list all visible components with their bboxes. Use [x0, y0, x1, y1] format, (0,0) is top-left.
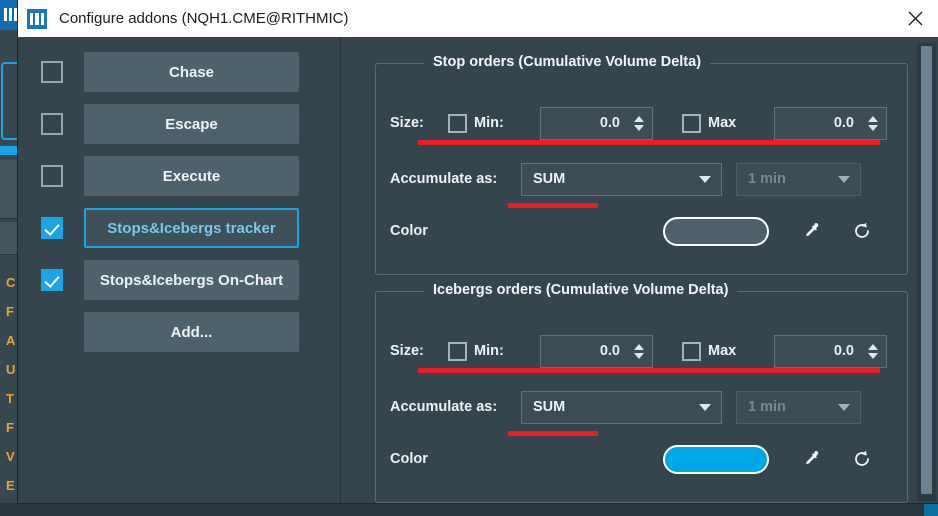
icebergs-orders-min-checkbox[interactable]: Min: [448, 341, 540, 361]
icebergs-orders-color-row: Color [376, 442, 907, 476]
icebergs-orders-max-value: 0.0 [833, 343, 854, 359]
stop-orders-color-swatch[interactable] [662, 216, 769, 246]
dialog-vertical-scrollbar[interactable] [917, 43, 936, 501]
stop-orders-eyedropper-icon[interactable] [797, 217, 825, 245]
chevron-down-icon [699, 175, 711, 183]
chevron-down-icon [699, 403, 711, 411]
stop-orders-size-label: Size: [390, 115, 424, 131]
stop-orders-period-value: 1 min [748, 171, 786, 187]
stop-orders-group: Stop orders (Cumulative Volume Delta) Si… [375, 54, 908, 275]
stop-orders-reset-icon[interactable] [848, 217, 876, 245]
annotation-underline-iceberg-size [418, 368, 880, 373]
icebergs-orders-accumulate-row: Accumulate as: SUM 1 min [376, 390, 907, 424]
icebergs-orders-accumulate-value: SUM [533, 399, 566, 415]
icebergs-orders-max-input[interactable]: 0.0 [774, 334, 887, 368]
chevron-down-icon [867, 124, 878, 131]
stop-orders-max-stepper[interactable] [863, 108, 886, 139]
stop-orders-max-label: Max [708, 115, 737, 131]
addon-row: Chase [18, 52, 340, 92]
addon-settings-panel: Stop orders (Cumulative Volume Delta) Si… [341, 37, 938, 503]
icebergs-orders-eyedropper-icon[interactable] [797, 445, 825, 473]
annotation-underline-stop-accumulate [508, 203, 598, 208]
checkbox-box [682, 341, 701, 361]
addon-checkbox-stops-icebergs-on-chart[interactable] [41, 269, 63, 291]
icebergs-orders-min-stepper[interactable] [629, 336, 652, 367]
addon-row: Stops&Icebergs tracker [18, 208, 340, 248]
addon-checkbox-chase[interactable] [41, 61, 63, 83]
chevron-up-icon [633, 115, 644, 122]
scrollbar-thumb[interactable] [921, 46, 932, 494]
chevron-up-icon [867, 343, 878, 350]
annotation-underline-stop-size [418, 140, 880, 145]
stop-orders-accumulate-label: Accumulate as: [390, 171, 498, 187]
stop-orders-min-input[interactable]: 0.0 [540, 106, 653, 140]
close-icon[interactable] [892, 0, 938, 37]
stop-orders-group-title: Stop orders (Cumulative Volume Delta) [424, 54, 711, 70]
chevron-up-icon [633, 343, 644, 350]
addon-row: Execute [18, 156, 340, 196]
stop-orders-color-label: Color [390, 223, 428, 239]
icebergs-orders-period-select[interactable]: 1 min [736, 390, 861, 424]
icebergs-orders-min-label: Min: [474, 343, 504, 359]
addon-button-execute[interactable]: Execute [84, 156, 299, 196]
addon-button-stops-icebergs-on-chart[interactable]: Stops&Icebergs On-Chart [84, 260, 299, 300]
checkbox-box [448, 341, 467, 361]
icebergs-orders-color-label: Color [390, 451, 428, 467]
chevron-down-icon [838, 175, 850, 183]
addons-list-panel: Chase Escape Execute Stops&Icebergs trac… [18, 37, 340, 503]
addon-row: Escape [18, 104, 340, 144]
addon-button-stops-icebergs-tracker[interactable]: Stops&Icebergs tracker [84, 208, 299, 248]
stop-orders-min-checkbox[interactable]: Min: [448, 113, 540, 133]
dialog-body: Chase Escape Execute Stops&Icebergs trac… [18, 37, 938, 503]
configure-addons-dialog: Configure addons (NQH1.CME@RITHMIC) Chas… [18, 0, 938, 503]
chevron-down-icon [867, 352, 878, 359]
icebergs-orders-max-stepper[interactable] [863, 336, 886, 367]
chevron-up-icon [867, 115, 878, 122]
add-addon-button[interactable]: Add... [84, 312, 299, 352]
addon-checkbox-stops-icebergs-tracker[interactable] [41, 217, 63, 239]
icebergs-orders-min-value: 0.0 [599, 343, 620, 359]
stop-orders-accumulate-row: Accumulate as: SUM 1 min [376, 162, 907, 196]
addon-row: Add... [18, 312, 340, 352]
stop-orders-period-select[interactable]: 1 min [736, 162, 861, 196]
icebergs-orders-size-row: Size: Min: 0.0 Max 0.0 [376, 334, 907, 368]
stop-orders-accumulate-select[interactable]: SUM [521, 162, 722, 196]
addon-row: Stops&Icebergs On-Chart [18, 260, 340, 300]
checkbox-box [682, 113, 701, 133]
addon-button-chase[interactable]: Chase [84, 52, 299, 92]
icebergs-orders-size-label: Size: [390, 343, 424, 359]
stop-orders-min-stepper[interactable] [629, 108, 652, 139]
stop-orders-max-input[interactable]: 0.0 [774, 106, 887, 140]
stop-orders-accumulate-value: SUM [533, 171, 566, 187]
addon-checkbox-escape[interactable] [41, 113, 63, 135]
addon-button-escape[interactable]: Escape [84, 104, 299, 144]
icebergs-orders-reset-icon[interactable] [848, 445, 876, 473]
icebergs-orders-min-input[interactable]: 0.0 [540, 334, 653, 368]
stop-orders-min-value: 0.0 [599, 115, 620, 131]
annotation-underline-iceberg-accumulate [508, 431, 598, 436]
dialog-title-bar: Configure addons (NQH1.CME@RITHMIC) [18, 0, 938, 37]
addon-checkbox-execute[interactable] [41, 165, 63, 187]
icebergs-orders-group-title: Icebergs orders (Cumulative Volume Delta… [424, 282, 738, 298]
chevron-down-icon [633, 124, 644, 131]
stop-orders-color-row: Color [376, 214, 907, 248]
chevron-down-icon [633, 352, 644, 359]
chevron-down-icon [838, 403, 850, 411]
icebergs-orders-accumulate-label: Accumulate as: [390, 399, 498, 415]
stop-orders-max-value: 0.0 [833, 115, 854, 131]
icebergs-orders-max-checkbox[interactable]: Max [682, 341, 774, 361]
icebergs-orders-max-label: Max [708, 343, 737, 359]
icebergs-orders-color-swatch[interactable] [662, 444, 769, 474]
stop-orders-max-checkbox[interactable]: Max [682, 113, 774, 133]
stop-orders-min-label: Min: [474, 115, 504, 131]
dialog-title: Configure addons (NQH1.CME@RITHMIC) [59, 10, 349, 27]
stop-orders-size-row: Size: Min: 0.0 Max 0.0 [376, 106, 907, 140]
checkbox-box [448, 113, 467, 133]
columns-icon [27, 8, 47, 29]
icebergs-orders-period-value: 1 min [748, 399, 786, 415]
icebergs-orders-group: Icebergs orders (Cumulative Volume Delta… [375, 282, 908, 503]
icebergs-orders-accumulate-select[interactable]: SUM [521, 390, 722, 424]
